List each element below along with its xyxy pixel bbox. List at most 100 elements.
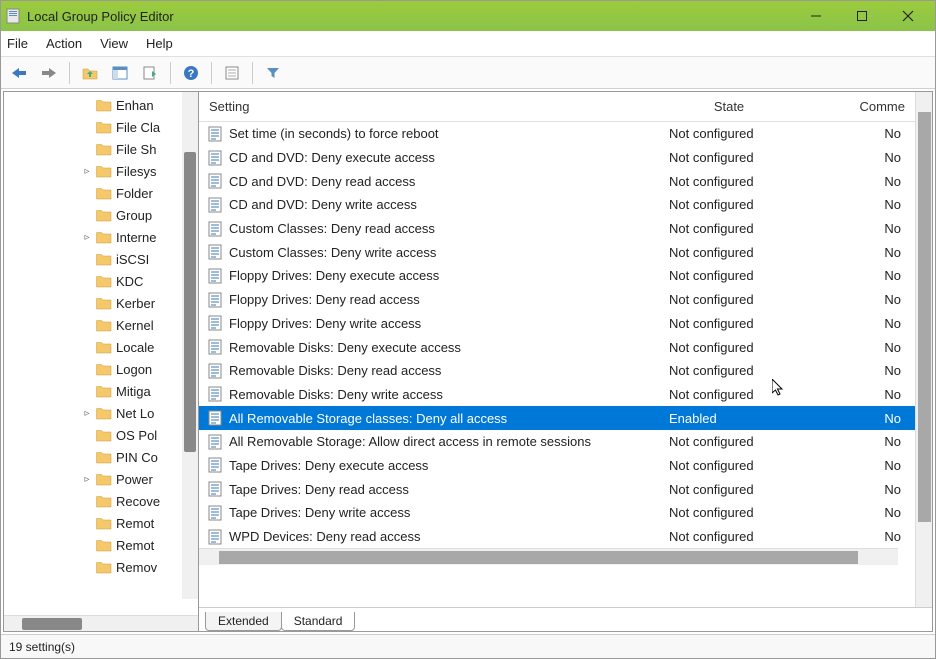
expand-icon[interactable]: ▹ (82, 474, 92, 485)
filter-button[interactable] (259, 60, 287, 86)
row-state-label: Not configured (639, 458, 819, 473)
policy-row[interactable]: Removable Disks: Deny read accessNot con… (199, 359, 915, 383)
row-state-label: Not configured (639, 529, 819, 544)
tree-item[interactable]: Kernel (4, 314, 198, 336)
list-rows: Set time (in seconds) to force rebootNot… (199, 122, 915, 548)
expand-icon[interactable]: ▹ (82, 408, 92, 419)
policy-row[interactable]: Floppy Drives: Deny read accessNot confi… (199, 288, 915, 312)
tree-item-label: File Sh (116, 142, 156, 157)
policy-row[interactable]: Floppy Drives: Deny write accessNot conf… (199, 312, 915, 336)
policy-row[interactable]: Tape Drives: Deny read accessNot configu… (199, 477, 915, 501)
show-hide-tree-button[interactable] (106, 60, 134, 86)
maximize-button[interactable] (839, 1, 885, 31)
list-vertical-scrollbar[interactable] (915, 92, 932, 607)
tree-item[interactable]: Enhan (4, 94, 198, 116)
row-state-label: Not configured (639, 482, 819, 497)
row-setting-label: CD and DVD: Deny read access (229, 174, 639, 189)
row-setting-label: Floppy Drives: Deny read access (229, 292, 639, 307)
row-comment-label: No (819, 292, 915, 307)
tree-item[interactable]: Folder (4, 182, 198, 204)
help-button[interactable]: ? (177, 60, 205, 86)
row-setting-label: WPD Devices: Deny read access (229, 529, 639, 544)
statusbar: 19 setting(s) (1, 634, 935, 658)
tree-item[interactable]: OS Pol (4, 424, 198, 446)
row-state-label: Not configured (639, 434, 819, 449)
minimize-button[interactable] (793, 1, 839, 31)
content-area: EnhanFile Cla File Sh ▹Filesys Folder Group ▹… (3, 91, 933, 632)
menu-view[interactable]: View (100, 36, 128, 51)
policy-row[interactable]: WPD Devices: Deny read accessNot configu… (199, 525, 915, 549)
tree-list[interactable]: EnhanFile Cla File Sh ▹Filesys Folder Group ▹… (4, 92, 198, 578)
row-comment-label: No (819, 340, 915, 355)
policy-row[interactable]: Set time (in seconds) to force rebootNot… (199, 122, 915, 146)
row-state-label: Not configured (639, 197, 819, 212)
tree-item[interactable]: Remot (4, 512, 198, 534)
expand-icon[interactable]: ▹ (82, 166, 92, 177)
tree-item-label: PIN Co (116, 450, 158, 465)
tree-horizontal-scrollbar[interactable] (4, 615, 198, 631)
row-setting-label: All Removable Storage classes: Deny all … (229, 411, 639, 426)
tree-item-label: Folder (116, 186, 153, 201)
tree-item[interactable]: Mitiga (4, 380, 198, 402)
policy-row[interactable]: Floppy Drives: Deny execute accessNot co… (199, 264, 915, 288)
tree-item[interactable]: ▹Power (4, 468, 198, 490)
policy-row[interactable]: Removable Disks: Deny execute accessNot … (199, 335, 915, 359)
policy-row[interactable]: CD and DVD: Deny write accessNot configu… (199, 193, 915, 217)
tree-item[interactable]: ▹Interne (4, 226, 198, 248)
policy-row[interactable]: Removable Disks: Deny write accessNot co… (199, 383, 915, 407)
tree-item[interactable]: KDC (4, 270, 198, 292)
tree-vertical-scrollbar[interactable] (182, 92, 198, 599)
row-comment-label: No (819, 411, 915, 426)
toolbar: ? (1, 57, 935, 89)
close-button[interactable] (885, 1, 931, 31)
tree-item[interactable]: ▹Net Lo (4, 402, 198, 424)
column-header-comment[interactable]: Comme (819, 99, 915, 114)
policy-row[interactable]: CD and DVD: Deny execute accessNot confi… (199, 146, 915, 170)
column-header-state[interactable]: State (639, 99, 819, 114)
row-comment-label: No (819, 363, 915, 378)
row-state-label: Not configured (639, 126, 819, 141)
row-state-label: Enabled (639, 411, 819, 426)
column-header-setting[interactable]: Setting (199, 99, 639, 114)
tree-item-label: Group (116, 208, 152, 223)
tree-item[interactable]: ▹Filesys (4, 160, 198, 182)
policy-row[interactable]: Custom Classes: Deny write accessNot con… (199, 240, 915, 264)
menu-help[interactable]: Help (146, 36, 173, 51)
row-state-label: Not configured (639, 174, 819, 189)
tree-item[interactable]: Group (4, 204, 198, 226)
row-setting-label: CD and DVD: Deny execute access (229, 150, 639, 165)
back-button[interactable] (5, 60, 33, 86)
row-state-label: Not configured (639, 316, 819, 331)
window-title: Local Group Policy Editor (27, 9, 793, 24)
policy-row[interactable]: CD and DVD: Deny read accessNot configur… (199, 169, 915, 193)
tree-item[interactable]: Remov (4, 556, 198, 578)
tab-extended[interactable]: Extended (205, 612, 282, 631)
properties-button[interactable] (218, 60, 246, 86)
policy-row[interactable]: Custom Classes: Deny read accessNot conf… (199, 217, 915, 241)
policy-row[interactable]: All Removable Storage: Allow direct acce… (199, 430, 915, 454)
row-setting-label: All Removable Storage: Allow direct acce… (229, 434, 639, 449)
menu-file[interactable]: File (7, 36, 28, 51)
expand-icon[interactable]: ▹ (82, 232, 92, 243)
tree-item[interactable]: Recove (4, 490, 198, 512)
tree-item[interactable]: Kerber (4, 292, 198, 314)
forward-button[interactable] (35, 60, 63, 86)
policy-row[interactable]: All Removable Storage classes: Deny all … (199, 406, 915, 430)
app-icon (5, 8, 21, 24)
tree-item-label: KDC (116, 274, 143, 289)
list-horizontal-scrollbar[interactable] (199, 548, 898, 565)
menu-action[interactable]: Action (46, 36, 82, 51)
tree-item[interactable]: Locale (4, 336, 198, 358)
policy-row[interactable]: Tape Drives: Deny execute accessNot conf… (199, 454, 915, 478)
tree-item[interactable]: PIN Co (4, 446, 198, 468)
row-comment-label: No (819, 245, 915, 260)
tree-item[interactable]: File Sh (4, 138, 198, 160)
export-button[interactable] (136, 60, 164, 86)
tab-standard[interactable]: Standard (281, 612, 356, 631)
tree-item[interactable]: File Cla (4, 116, 198, 138)
tree-item[interactable]: Logon (4, 358, 198, 380)
tree-item[interactable]: iSCSI (4, 248, 198, 270)
up-button[interactable] (76, 60, 104, 86)
policy-row[interactable]: Tape Drives: Deny write accessNot config… (199, 501, 915, 525)
tree-item[interactable]: Remot (4, 534, 198, 556)
